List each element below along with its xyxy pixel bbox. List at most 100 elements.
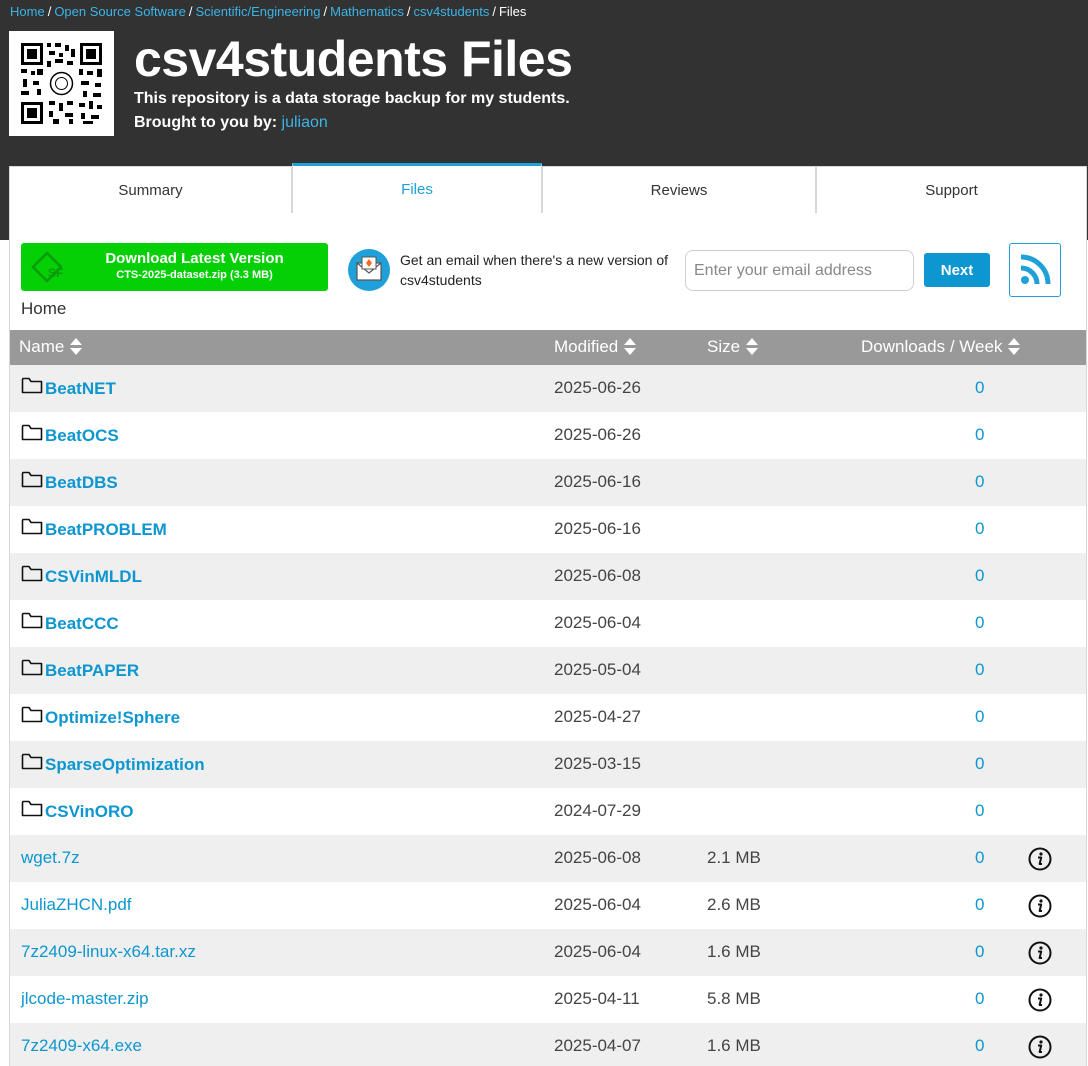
downloads-count[interactable]: 0 <box>975 472 984 492</box>
downloads-count[interactable]: 0 <box>975 848 984 868</box>
folder-link[interactable]: SparseOptimization <box>45 755 205 775</box>
folder-icon <box>21 376 43 399</box>
rss-icon <box>1020 254 1051 285</box>
tab-reviews[interactable]: Reviews <box>542 166 816 214</box>
page-title: csv4students Files <box>134 31 573 87</box>
modified-date: 2025-06-04 <box>554 895 641 914</box>
sort-icon <box>70 338 83 356</box>
folder-icon <box>21 423 43 446</box>
header-downloads-label: Downloads / Week <box>861 337 1003 356</box>
folder-icon <box>21 470 43 493</box>
file-link[interactable]: 7z2409-linux-x64.tar.xz <box>21 942 196 962</box>
folder-link[interactable]: BeatPROBLEM <box>45 520 167 540</box>
download-latest-button[interactable]: SF Download Latest Version CTS-2025-data… <box>21 243 328 291</box>
breadcrumb-open-source[interactable]: Open Source Software <box>54 4 186 19</box>
header-downloads[interactable]: Downloads / Week <box>861 337 1021 357</box>
breadcrumb-project[interactable]: csv4students <box>413 4 489 19</box>
file-name-cell: BeatOCS <box>21 423 119 446</box>
downloads-count[interactable]: 0 <box>975 613 984 633</box>
breadcrumb: Home / Open Source Software / Scientific/Eng… <box>10 4 527 19</box>
folder-link[interactable]: BeatCCC <box>45 614 119 634</box>
downloads-count[interactable]: 0 <box>975 895 984 915</box>
downloads-count[interactable]: 0 <box>975 519 984 539</box>
folder-icon <box>21 752 43 775</box>
file-link[interactable]: JuliaZHCN.pdf <box>21 895 132 915</box>
downloads-count[interactable]: 0 <box>975 660 984 680</box>
table-row: JuliaZHCN.pdf 2025-06-04 2.6 MB 0 <box>10 882 1086 929</box>
breadcrumb-home[interactable]: Home <box>10 4 45 19</box>
downloads-count[interactable]: 0 <box>975 801 984 821</box>
folder-link[interactable]: BeatDBS <box>45 473 118 493</box>
folder-path: Home <box>21 299 67 318</box>
tab-support[interactable]: Support <box>816 166 1087 214</box>
folder-icon <box>21 517 43 540</box>
table-row: jlcode-master.zip 2025-04-11 5.8 MB 0 <box>10 976 1086 1023</box>
file-size: 5.8 MB <box>707 989 761 1008</box>
folder-link[interactable]: CSVinORO <box>45 802 133 822</box>
header-modified[interactable]: Modified <box>554 337 637 357</box>
table-row: BeatPAPER 2025-05-04 0 <box>10 647 1086 694</box>
table-row: CSVinMLDL 2025-06-08 0 <box>10 553 1086 600</box>
breadcrumb-mathematics[interactable]: Mathematics <box>330 4 404 19</box>
sort-icon <box>1008 338 1021 356</box>
folder-link[interactable]: CSVinMLDL <box>45 567 142 587</box>
table-row: wget.7z 2025-06-08 2.1 MB 0 <box>10 835 1086 882</box>
sort-icon <box>624 338 637 356</box>
info-icon[interactable] <box>1028 847 1052 871</box>
table-row: BeatPROBLEM 2025-06-16 0 <box>10 506 1086 553</box>
author-link[interactable]: juliaon <box>282 114 328 131</box>
info-icon[interactable] <box>1028 1035 1052 1059</box>
file-size: 2.6 MB <box>707 895 761 914</box>
file-link[interactable]: 7z2409-x64.exe <box>21 1036 142 1056</box>
table-body: BeatNET 2025-06-26 0 BeatOCS 2025-06-26 0 Beat… <box>10 365 1086 1066</box>
header-size[interactable]: Size <box>707 337 759 357</box>
downloads-count[interactable]: 0 <box>975 1036 984 1056</box>
breadcrumb-scientific[interactable]: Scientific/Engineering <box>195 4 320 19</box>
next-button[interactable]: Next <box>924 253 990 287</box>
modified-date: 2025-05-04 <box>554 660 641 679</box>
downloads-count[interactable]: 0 <box>975 378 984 398</box>
info-icon[interactable] <box>1028 894 1052 918</box>
downloads-count[interactable]: 0 <box>975 989 984 1009</box>
table-row: Optimize!Sphere 2025-04-27 0 <box>10 694 1086 741</box>
folder-link[interactable]: BeatOCS <box>45 426 119 446</box>
header-modified-label: Modified <box>554 337 619 356</box>
downloads-count[interactable]: 0 <box>975 425 984 445</box>
info-icon[interactable] <box>1028 941 1052 965</box>
sort-icon <box>746 338 759 356</box>
folder-icon <box>21 564 43 587</box>
file-size: 2.1 MB <box>707 848 761 867</box>
tab-files[interactable]: Files <box>292 163 542 214</box>
brought-by-label: Brought to you by: <box>134 114 278 131</box>
modified-date: 2025-06-16 <box>554 519 641 538</box>
table-row: 7z2409-linux-x64.tar.xz 2025-06-04 1.6 MB 0 <box>10 929 1086 976</box>
files-table: Name Modified Size Downloads / Week Beat… <box>10 330 1086 1066</box>
file-link[interactable]: jlcode-master.zip <box>21 989 149 1009</box>
folder-link[interactable]: BeatNET <box>45 379 116 399</box>
header-name[interactable]: Name <box>19 337 83 357</box>
header-name-label: Name <box>19 337 65 356</box>
folder-link[interactable]: Optimize!Sphere <box>45 708 180 728</box>
file-size: 1.6 MB <box>707 942 761 961</box>
file-name-cell: JuliaZHCN.pdf <box>21 895 132 915</box>
downloads-count[interactable]: 0 <box>975 942 984 962</box>
table-row: SparseOptimization 2025-03-15 0 <box>10 741 1086 788</box>
downloads-count[interactable]: 0 <box>975 707 984 727</box>
folder-link[interactable]: BeatPAPER <box>45 661 139 681</box>
file-link[interactable]: wget.7z <box>21 848 80 868</box>
modified-date: 2025-06-26 <box>554 378 641 397</box>
email-input[interactable] <box>685 250 914 291</box>
tab-summary[interactable]: Summary <box>9 166 292 214</box>
download-label: Download Latest Version <box>105 250 284 267</box>
file-name-cell: Optimize!Sphere <box>21 706 180 728</box>
table-row: BeatNET 2025-06-26 0 <box>10 365 1086 412</box>
downloads-count[interactable]: 0 <box>975 754 984 774</box>
downloads-count[interactable]: 0 <box>975 566 984 586</box>
modified-date: 2025-04-07 <box>554 1036 641 1055</box>
table-row: BeatCCC 2025-06-04 0 <box>10 600 1086 647</box>
table-row: CSVinORO 2024-07-29 0 <box>10 788 1086 835</box>
modified-date: 2025-06-08 <box>554 566 641 585</box>
download-filename: CTS-2025-dataset.zip (3.3 MB) <box>116 269 273 281</box>
rss-button[interactable] <box>1009 243 1061 297</box>
info-icon[interactable] <box>1028 988 1052 1012</box>
